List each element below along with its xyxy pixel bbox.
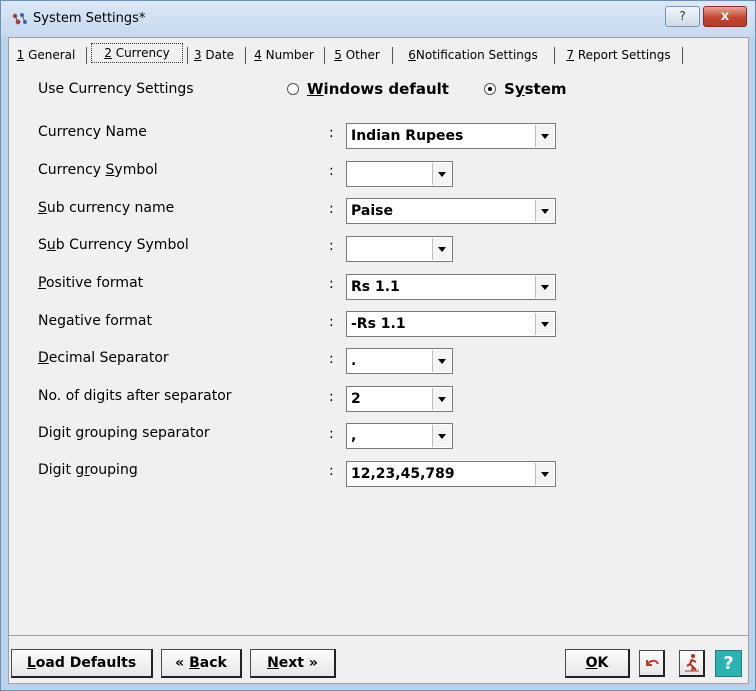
colon: : bbox=[329, 463, 334, 479]
title-bar: System Settings* ? x bbox=[1, 1, 755, 37]
tab-other[interactable]: 5 Other bbox=[329, 46, 385, 66]
tab-number[interactable]: 4 Number bbox=[249, 46, 319, 66]
chevron-down-icon[interactable] bbox=[535, 125, 554, 147]
windows-default-radio[interactable]: Windows default bbox=[287, 80, 449, 98]
currency-name-select[interactable]: Indian Rupees bbox=[346, 123, 556, 149]
colon: : bbox=[329, 426, 334, 442]
currency-panel: Use Currency Settings Windows default Sy… bbox=[9, 66, 748, 634]
undo-icon bbox=[646, 659, 659, 666]
chevron-down-icon[interactable] bbox=[432, 425, 451, 447]
help-icon[interactable]: ? bbox=[715, 650, 742, 677]
digit-grouping-separator-label: Digit grouping separator bbox=[38, 425, 210, 441]
window-title: System Settings* bbox=[33, 11, 146, 26]
currency-symbol-label: Currency Symbol bbox=[38, 162, 158, 178]
decimal-separator-select[interactable]: . bbox=[346, 348, 453, 374]
next-button[interactable]: Next » bbox=[250, 649, 336, 678]
chevron-down-icon[interactable] bbox=[432, 388, 451, 410]
radio-checked-icon bbox=[484, 83, 496, 95]
negative-format-label: Negative format bbox=[38, 313, 152, 329]
digit-grouping-label: Digit grouping bbox=[38, 462, 138, 478]
chevron-down-icon[interactable] bbox=[535, 200, 554, 222]
chevron-down-icon[interactable] bbox=[432, 350, 451, 372]
tab-separator bbox=[324, 47, 325, 64]
colon: : bbox=[329, 314, 334, 330]
decimal-separator-label: Decimal Separator bbox=[38, 350, 169, 366]
chevron-down-icon[interactable] bbox=[535, 313, 554, 335]
tab-general[interactable]: 1 General bbox=[13, 46, 79, 66]
exit-button[interactable] bbox=[679, 650, 705, 677]
tab-currency[interactable]: 2 Currency bbox=[91, 43, 183, 63]
sub-currency-name-select[interactable]: Paise bbox=[346, 198, 556, 224]
negative-format-select[interactable]: -Rs 1.1 bbox=[346, 311, 556, 337]
tab-separator bbox=[392, 47, 393, 64]
system-settings-window: System Settings* ? x 1 General 2 Currenc… bbox=[0, 0, 756, 691]
button-bar: Load Defaults « Back Next » OK ? bbox=[9, 635, 748, 683]
colon: : bbox=[329, 201, 334, 217]
tab-separator bbox=[187, 47, 188, 64]
digit-grouping-select[interactable]: 12,23,45,789 bbox=[346, 461, 556, 487]
sub-currency-symbol-select[interactable] bbox=[346, 236, 453, 262]
chevron-down-icon[interactable] bbox=[432, 238, 451, 260]
colon: : bbox=[329, 276, 334, 292]
use-currency-settings-label: Use Currency Settings bbox=[38, 81, 194, 97]
tab-strip: 1 General 2 Currency 3 Date 4 Number 5 O… bbox=[9, 42, 748, 67]
tab-separator bbox=[245, 47, 246, 64]
sub-currency-name-label: Sub currency name bbox=[38, 200, 175, 216]
tab-notification-settings[interactable]: 6Notification Settings bbox=[395, 46, 551, 66]
title-close-button[interactable]: x bbox=[703, 6, 747, 27]
sub-currency-symbol-label: Sub Currency Symbol bbox=[38, 237, 189, 253]
settings-client-area: 1 General 2 Currency 3 Date 4 Number 5 O… bbox=[8, 37, 749, 684]
tab-date[interactable]: 3 Date bbox=[190, 46, 238, 66]
tab-report-settings[interactable]: 7 Report Settings bbox=[558, 46, 679, 66]
chevron-down-icon[interactable] bbox=[535, 463, 554, 485]
radio-unchecked-icon bbox=[287, 83, 299, 95]
tab-separator bbox=[86, 47, 87, 64]
currency-name-label: Currency Name bbox=[38, 124, 147, 140]
running-man-icon bbox=[685, 654, 699, 672]
chevron-down-icon[interactable] bbox=[535, 276, 554, 298]
colon: : bbox=[329, 238, 334, 254]
colon: : bbox=[329, 163, 334, 179]
ok-button[interactable]: OK bbox=[565, 649, 630, 678]
positive-format-select[interactable]: Rs 1.1 bbox=[346, 274, 556, 300]
app-logo-icon bbox=[12, 13, 27, 25]
system-radio[interactable]: System bbox=[484, 80, 567, 98]
digits-after-separator-label: No. of digits after separator bbox=[38, 388, 232, 404]
load-defaults-button[interactable]: Load Defaults bbox=[11, 649, 153, 678]
colon: : bbox=[329, 389, 334, 405]
positive-format-label: Positive format bbox=[38, 275, 144, 291]
currency-symbol-select[interactable] bbox=[346, 161, 453, 187]
chevron-down-icon[interactable] bbox=[432, 163, 451, 185]
colon: : bbox=[329, 351, 334, 367]
tab-separator bbox=[682, 47, 683, 64]
digit-grouping-separator-select[interactable]: , bbox=[346, 423, 453, 449]
colon: : bbox=[329, 125, 334, 141]
undo-button[interactable] bbox=[639, 650, 665, 677]
back-button[interactable]: « Back bbox=[161, 649, 242, 678]
tab-separator bbox=[554, 47, 555, 64]
digits-after-separator-select[interactable]: 2 bbox=[346, 386, 453, 412]
title-help-button[interactable]: ? bbox=[665, 6, 700, 27]
